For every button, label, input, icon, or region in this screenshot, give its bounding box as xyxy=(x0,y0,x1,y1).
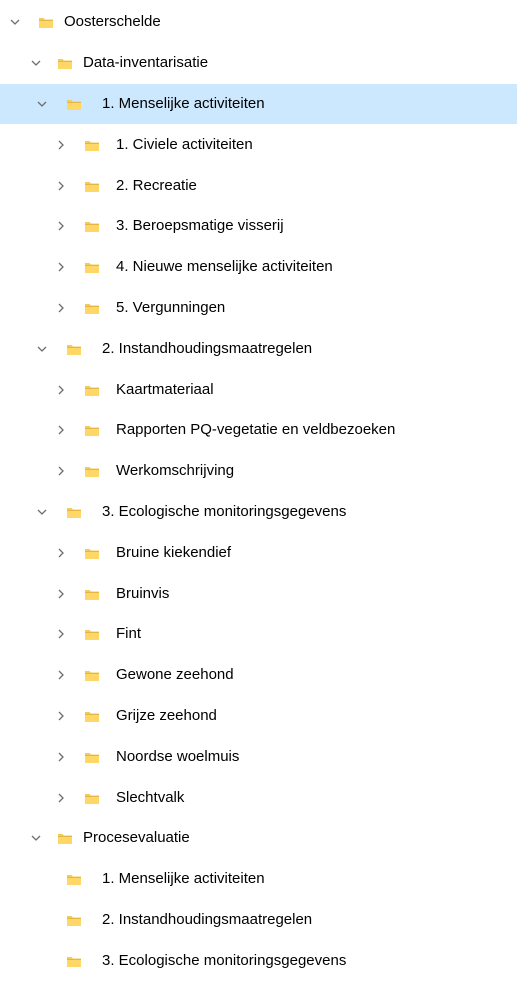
folder-icon xyxy=(84,259,100,275)
chevron-right-icon[interactable] xyxy=(55,261,67,273)
chevron-right-icon[interactable] xyxy=(55,628,67,640)
tree-item-bruine-kiekendief[interactable]: Bruine kiekendief xyxy=(0,532,517,573)
tree-item-proces-menselijke-activiteiten[interactable]: 1. Menselijke activiteiten xyxy=(0,859,517,900)
chevron-down-icon[interactable] xyxy=(36,506,48,518)
chevron-right-icon[interactable] xyxy=(55,220,67,232)
tree-item-label: Data-inventarisatie xyxy=(83,54,209,72)
tree-item-procesevaluatie[interactable]: Procesevaluatie xyxy=(0,818,517,859)
tree-item-label: 2. Instandhoudingsmaatregelen xyxy=(102,339,313,357)
tree-item-label: 3. Ecologische monitoringsgegevens xyxy=(102,951,347,969)
folder-icon xyxy=(84,382,100,398)
chevron-right-icon[interactable] xyxy=(55,710,67,722)
chevron-right-icon[interactable] xyxy=(55,384,67,396)
chevron-right-icon[interactable] xyxy=(55,139,67,151)
chevron-right-icon[interactable] xyxy=(55,669,67,681)
folder-icon xyxy=(57,830,73,846)
folder-icon xyxy=(84,137,100,153)
tree-item-civiele-activiteiten[interactable]: 1. Civiele activiteiten xyxy=(0,124,517,165)
tree-item-proces-ecologische-monitoringsgegevens[interactable]: 3. Ecologische monitoringsgegevens xyxy=(0,940,517,981)
tree-item-slechtvalk[interactable]: Slechtvalk xyxy=(0,777,517,818)
folder-icon xyxy=(84,300,100,316)
chevron-right-icon[interactable] xyxy=(55,465,67,477)
tree-item-proces-instandhoudingsmaatregelen[interactable]: 2. Instandhoudingsmaatregelen xyxy=(0,900,517,941)
tree-item-bruinvis[interactable]: Bruinvis xyxy=(0,573,517,614)
chevron-right-icon[interactable] xyxy=(55,302,67,314)
tree-item-rapporten-pq-vegetatie[interactable]: Rapporten PQ-vegetatie en veldbezoeken xyxy=(0,410,517,451)
tree-item-recreatie[interactable]: 2. Recreatie xyxy=(0,165,517,206)
folder-tree: Oosterschelde Data-inventarisatie 1. Men… xyxy=(0,2,517,981)
chevron-down-icon[interactable] xyxy=(30,832,42,844)
tree-item-label: Bruine kiekendief xyxy=(116,543,232,561)
tree-item-data-inventarisatie[interactable]: Data-inventarisatie xyxy=(0,43,517,84)
tree-item-nieuwe-menselijke-activiteiten[interactable]: 4. Nieuwe menselijke activiteiten xyxy=(0,247,517,288)
tree-item-label: Rapporten PQ-vegetatie en veldbezoeken xyxy=(116,421,396,439)
folder-icon xyxy=(66,953,82,969)
tree-item-label: 3. Beroepsmatige visserij xyxy=(116,217,284,235)
tree-item-label: Oosterschelde xyxy=(64,13,161,31)
folder-icon xyxy=(84,545,100,561)
tree-item-kaartmateriaal[interactable]: Kaartmateriaal xyxy=(0,369,517,410)
tree-item-noordse-woelmuis[interactable]: Noordse woelmuis xyxy=(0,736,517,777)
tree-item-label: 1. Menselijke activiteiten xyxy=(102,870,265,888)
tree-item-grijze-zeehond[interactable]: Grijze zeehond xyxy=(0,696,517,737)
folder-icon xyxy=(84,790,100,806)
folder-icon xyxy=(38,14,54,30)
chevron-right-icon[interactable] xyxy=(55,588,67,600)
folder-icon xyxy=(84,422,100,438)
tree-item-werkomschrijving[interactable]: Werkomschrijving xyxy=(0,451,517,492)
folder-icon xyxy=(84,463,100,479)
chevron-right-icon[interactable] xyxy=(55,180,67,192)
tree-item-label: 2. Recreatie xyxy=(116,176,197,194)
tree-item-label: Fint xyxy=(116,625,142,643)
folder-icon xyxy=(84,218,100,234)
chevron-down-icon[interactable] xyxy=(36,98,48,110)
chevron-right-icon[interactable] xyxy=(55,424,67,436)
chevron-down-icon[interactable] xyxy=(30,57,42,69)
folder-icon xyxy=(84,586,100,602)
folder-icon xyxy=(66,912,82,928)
tree-item-label: Grijze zeehond xyxy=(116,706,217,724)
chevron-down-icon[interactable] xyxy=(9,16,21,28)
tree-item-label: Gewone zeehond xyxy=(116,666,234,684)
folder-icon xyxy=(84,178,100,194)
folder-icon xyxy=(84,667,100,683)
folder-icon xyxy=(66,341,82,357)
tree-item-instandhoudingsmaatregelen[interactable]: 2. Instandhoudingsmaatregelen xyxy=(0,328,517,369)
tree-item-label: 2. Instandhoudingsmaatregelen xyxy=(102,910,313,928)
tree-item-gewone-zeehond[interactable]: Gewone zeehond xyxy=(0,655,517,696)
folder-icon xyxy=(84,749,100,765)
tree-item-vergunningen[interactable]: 5. Vergunningen xyxy=(0,288,517,329)
chevron-right-icon[interactable] xyxy=(55,751,67,763)
tree-item-label: 1. Civiele activiteiten xyxy=(116,135,253,153)
tree-item-menselijke-activiteiten-selected[interactable]: 1. Menselijke activiteiten xyxy=(0,83,517,125)
folder-icon xyxy=(57,55,73,71)
tree-item-label: 5. Vergunningen xyxy=(116,298,226,316)
tree-item-label: 1. Menselijke activiteiten xyxy=(102,94,265,112)
tree-item-beroepsmatige-visserij[interactable]: 3. Beroepsmatige visserij xyxy=(0,206,517,247)
tree-item-label: Bruinvis xyxy=(116,584,170,602)
tree-item-label: Procesevaluatie xyxy=(83,829,190,847)
tree-item-oosterschelde[interactable]: Oosterschelde xyxy=(0,2,517,43)
tree-item-fint[interactable]: Fint xyxy=(0,614,517,655)
folder-icon xyxy=(66,871,82,887)
tree-item-label: Kaartmateriaal xyxy=(116,380,214,398)
tree-item-label: Noordse woelmuis xyxy=(116,747,240,765)
chevron-right-icon[interactable] xyxy=(55,792,67,804)
folder-icon xyxy=(66,504,82,520)
folder-icon xyxy=(84,708,100,724)
tree-item-label: 3. Ecologische monitoringsgegevens xyxy=(102,502,347,520)
tree-item-label: Slechtvalk xyxy=(116,788,185,806)
chevron-right-icon[interactable] xyxy=(55,547,67,559)
tree-item-label: Werkomschrijving xyxy=(116,462,235,480)
tree-item-label: 4. Nieuwe menselijke activiteiten xyxy=(116,258,333,276)
chevron-down-icon[interactable] xyxy=(36,343,48,355)
folder-icon xyxy=(66,96,82,112)
folder-icon xyxy=(84,626,100,642)
tree-item-ecologische-monitoringsgegevens[interactable]: 3. Ecologische monitoringsgegevens xyxy=(0,492,517,533)
